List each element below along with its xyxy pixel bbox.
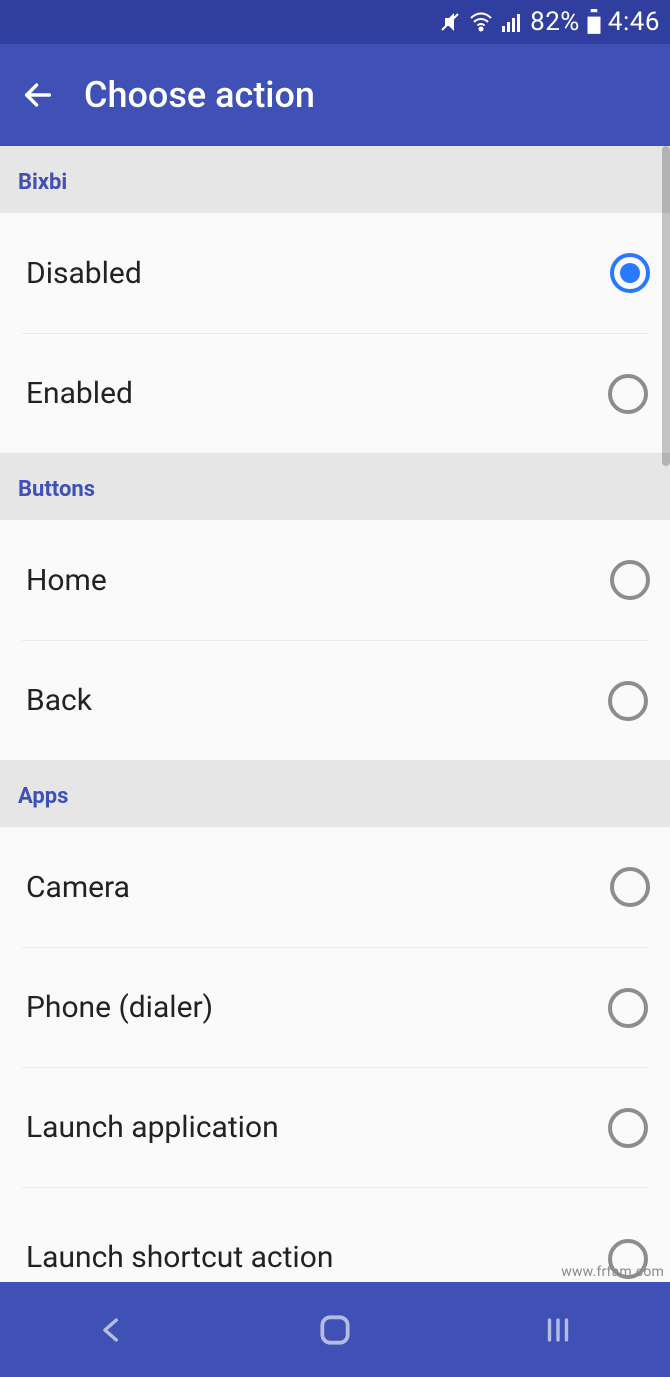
- battery-icon: [586, 9, 602, 35]
- radio-icon[interactable]: [610, 253, 650, 293]
- page-title: Choose action: [84, 74, 315, 116]
- status-bar: 82% 4:46: [0, 0, 670, 44]
- nav-back-button[interactable]: [82, 1300, 142, 1360]
- radio-icon[interactable]: [608, 988, 648, 1028]
- option-label: Launch application: [26, 1110, 279, 1145]
- option-phone-dialer[interactable]: Phone (dialer): [22, 947, 648, 1067]
- wifi-icon: [468, 10, 494, 34]
- battery-percent: 82%: [530, 7, 580, 37]
- radio-icon[interactable]: [610, 867, 650, 907]
- option-home[interactable]: Home: [0, 520, 670, 640]
- content-scroll[interactable]: Bixbi Disabled Enabled Buttons Home Back…: [0, 146, 670, 1282]
- nav-home-button[interactable]: [305, 1300, 365, 1360]
- clock: 4:46: [608, 7, 660, 37]
- option-label: Launch shortcut action: [26, 1240, 333, 1275]
- signal-icon: [500, 10, 524, 34]
- option-disabled[interactable]: Disabled: [0, 213, 670, 333]
- option-label: Disabled: [26, 256, 142, 291]
- option-label: Phone (dialer): [26, 990, 213, 1025]
- radio-icon[interactable]: [610, 560, 650, 600]
- option-launch-shortcut-action[interactable]: Launch shortcut action: [22, 1187, 648, 1257]
- section-header-bixbi: Bixbi: [0, 146, 670, 213]
- radio-icon[interactable]: [608, 1108, 648, 1148]
- mute-icon: [438, 10, 462, 34]
- back-arrow-icon[interactable]: [20, 77, 56, 113]
- option-label: Back: [26, 683, 92, 718]
- option-back[interactable]: Back: [22, 640, 648, 760]
- option-launch-application[interactable]: Launch application: [22, 1067, 648, 1187]
- watermark: www.frfam.com: [561, 1264, 664, 1280]
- option-label: Camera: [26, 870, 130, 905]
- radio-icon[interactable]: [608, 681, 648, 721]
- option-label: Enabled: [26, 376, 133, 411]
- nav-bar: [0, 1282, 670, 1377]
- section-header-apps: Apps: [0, 760, 670, 827]
- app-bar: Choose action: [0, 44, 670, 146]
- option-camera[interactable]: Camera: [0, 827, 670, 947]
- option-enabled[interactable]: Enabled: [22, 333, 648, 453]
- option-label: Home: [26, 563, 107, 598]
- nav-recents-button[interactable]: [528, 1300, 588, 1360]
- section-header-buttons: Buttons: [0, 453, 670, 520]
- scrollbar[interactable]: [662, 146, 670, 466]
- radio-icon[interactable]: [608, 374, 648, 414]
